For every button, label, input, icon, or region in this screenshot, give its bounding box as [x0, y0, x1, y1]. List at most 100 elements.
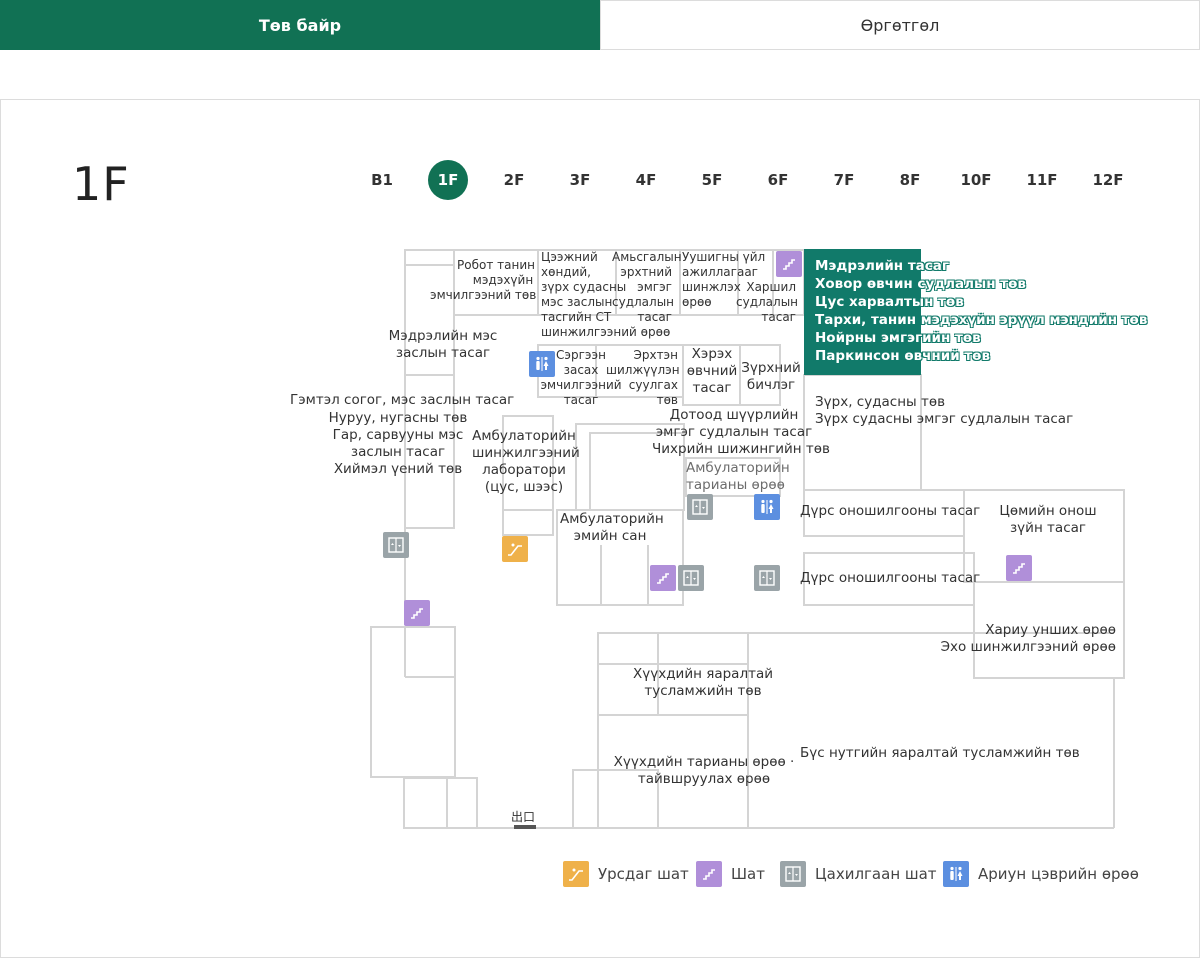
room-label-line: Робот танин: [457, 258, 535, 272]
room-label-line: судлалын: [612, 295, 675, 309]
room-label-line: Хүүхдийн яаралтай: [633, 666, 773, 682]
room-label-line: тасаг: [637, 310, 672, 324]
room-label-line: төв: [656, 393, 678, 407]
elevator-icon[interactable]: [678, 565, 704, 591]
room-robot-line3: эмчилгээний төв: [430, 288, 537, 302]
room-label-line: өвчний: [686, 363, 738, 379]
room-trauma-more[interactable]: Нуруу, нугасны төв Гар, сарвууны мэс зас…: [316, 410, 480, 478]
room-label-line: бичлэг: [746, 377, 796, 393]
escalator-icon[interactable]: [502, 536, 528, 562]
elevator-icon[interactable]: [383, 532, 409, 558]
room-label-line: шинжилгээний өрөө: [541, 325, 671, 339]
room-vascular[interactable]: Эрхтэн шилжүүлэн суулгах төв: [606, 348, 680, 408]
room-label-line: заслын тасаг: [350, 444, 446, 460]
room-neurosurgery[interactable]: Мэдрэлийн мэс заслын тасаг: [375, 328, 511, 362]
room-radiology-1[interactable]: Дүрс оношилгооны тасаг: [800, 503, 980, 520]
room-label-line: Зүрх судасны эмгэг судлалын тасаг: [815, 411, 1074, 427]
room-label-line: Уушигны үйл: [682, 250, 766, 264]
room-label-line: Гар, сарвууны мэс: [332, 427, 464, 443]
stairs-icon: [696, 861, 722, 887]
room-robot[interactable]: Робот танин мэдэхүйн: [457, 258, 535, 288]
exit-marker: [514, 825, 536, 829]
restroom-icon: [943, 861, 969, 887]
room-label-line: Нуруу, нугасны төв: [328, 410, 468, 426]
room-trauma[interactable]: Гэмтэл согог, мэс заслын тасаг: [290, 392, 515, 409]
room-label-line: Чихрийн шижингийн төв: [652, 441, 830, 457]
room-label-line: Харшил: [746, 280, 796, 294]
restroom-icon[interactable]: [529, 351, 555, 377]
room-label-line: Хариу унших өрөө: [985, 622, 1116, 638]
hl-label: Ховор өвчин судлалын төв: [815, 276, 1026, 292]
room-cardio[interactable]: Зүрх, судасны төв Зүрх судасны эмгэг суд…: [815, 394, 1073, 428]
room-rheumatology[interactable]: Хэрэх өвчний тасаг: [684, 346, 740, 397]
stairs-icon[interactable]: [650, 565, 676, 591]
room-label-line: Гэмтэл согог, мэс заслын тасаг: [290, 392, 515, 408]
stairs-icon[interactable]: [776, 251, 802, 277]
legend-restroom: Ариун цэврийн өрөө: [943, 861, 1139, 887]
room-ecg[interactable]: Зүрхний бичлэг: [740, 360, 802, 394]
room-label-line: эмгэг судлалын тасаг: [655, 424, 813, 440]
elevator-icon[interactable]: [687, 494, 713, 520]
room-label-line: заслын тасаг: [395, 345, 491, 361]
room-label-line: Дотоод шүүрлийн: [669, 407, 799, 423]
floor-plan-outline: [370, 249, 1125, 829]
room-label-line: суулгах: [628, 378, 678, 392]
room-label-line: (цус, шээс): [484, 479, 564, 495]
legend-label: Ариун цэврийн өрөө: [978, 865, 1139, 883]
room-label-line: тасаг: [761, 310, 796, 324]
legend-escalator: Урсдаг шат: [563, 861, 689, 887]
room-label-line: Амбулаторийн: [472, 428, 576, 444]
room-label-line: Эрхтэн: [633, 348, 678, 362]
room-peds-er[interactable]: Хүүхдийн яаралтай тусламжийн төв: [626, 666, 780, 700]
room-regional-er[interactable]: Бүс нутгийн яаралтай тусламжийн төв: [800, 745, 1080, 762]
room-nuclear[interactable]: Цөмийн онош зүйн тасаг: [990, 503, 1106, 537]
room-peds-injection[interactable]: Хүүхдийн тарианы өрөө · тайвшруулах өрөө: [606, 754, 802, 788]
room-label-line: эмийн сан: [573, 528, 647, 544]
room-injection[interactable]: Амбулаторийн тарианы өрөө: [686, 460, 790, 494]
room-label-line: эмгэг: [637, 280, 672, 294]
room-label-line: Эхо шинжилгээний өрөө: [940, 639, 1116, 655]
highlighted-room-labels: Мэдрэлийн тасаг Ховор өвчин судлалын төв…: [815, 257, 1147, 365]
hl-label: Цус харвалтын төв: [815, 294, 964, 310]
room-label-line: Хүүхдийн тарианы өрөө ·: [613, 754, 795, 770]
room-label-line: Амбулаторийн: [560, 511, 664, 527]
legend-elevator: Цахилгаан шат: [780, 861, 937, 887]
room-label-line: тайвшруулах өрөө: [637, 771, 771, 787]
room-label-line: зүйн тасаг: [1010, 520, 1086, 536]
restroom-icon[interactable]: [754, 494, 780, 520]
room-label-line: судлалын: [736, 295, 799, 309]
room-lab[interactable]: Амбулаторийн шинжилгээний лаборатори (цу…: [472, 428, 580, 496]
room-reading[interactable]: Хариу унших өрөө Эхо шинжилгээний өрөө: [940, 622, 1116, 656]
elevator-icon[interactable]: [754, 565, 780, 591]
hl-label: Тархи, танин мэдэхүйн эрүүл мэндийн төв: [815, 312, 1148, 328]
room-label-line: шилжүүлэн: [606, 363, 680, 377]
room-radiology-2[interactable]: Дүрс оношилгооны тасаг: [800, 570, 980, 587]
room-label-line: Хиймэл үений төв: [333, 461, 463, 477]
room-label-line: Амбулаторийн: [686, 460, 790, 476]
room-pharmacy[interactable]: Амбулаторийн эмийн сан: [560, 511, 664, 545]
room-label-line: тусламжийн төв: [644, 683, 762, 699]
room-endocrine[interactable]: Дотоод шүүрлийн эмгэг судлалын тасаг Чих…: [652, 407, 830, 458]
hl-label: Мэдрэлийн тасаг: [815, 258, 949, 274]
room-label-line: шинжилгээний: [472, 445, 580, 461]
room-label-line: Зүрх, судасны төв: [815, 394, 946, 410]
hl-label: Паркинсон өвчний төв: [815, 348, 990, 364]
room-label-line: Хэрэх: [691, 346, 733, 362]
room-allergy[interactable]: Харшил судлалын тасаг: [736, 280, 799, 325]
legend-label: Шат: [731, 865, 765, 883]
stairs-icon[interactable]: [404, 600, 430, 626]
room-label-line: Амьсгалын: [612, 250, 682, 264]
room-label-line: мэдэхүйн: [472, 273, 534, 287]
hl-label: Нойрны эмгэгийн төв: [815, 330, 981, 346]
exit-label: 出口: [511, 810, 536, 824]
escalator-icon: [563, 861, 589, 887]
stairs-icon[interactable]: [1006, 555, 1032, 581]
room-label-line: эрхтний: [620, 265, 672, 279]
elevator-icon: [780, 861, 806, 887]
room-label-line: ажиллагааг: [682, 265, 758, 279]
legend-label: Цахилгаан шат: [815, 865, 937, 883]
room-label-line: Мэдрэлийн мэс: [388, 328, 498, 344]
room-respiratory[interactable]: Амьсгалын эрхтний эмгэг судлалын тасаг: [612, 250, 682, 325]
room-label-line: Зүрхний: [741, 360, 801, 376]
room-label-line: тасаг: [692, 380, 732, 396]
